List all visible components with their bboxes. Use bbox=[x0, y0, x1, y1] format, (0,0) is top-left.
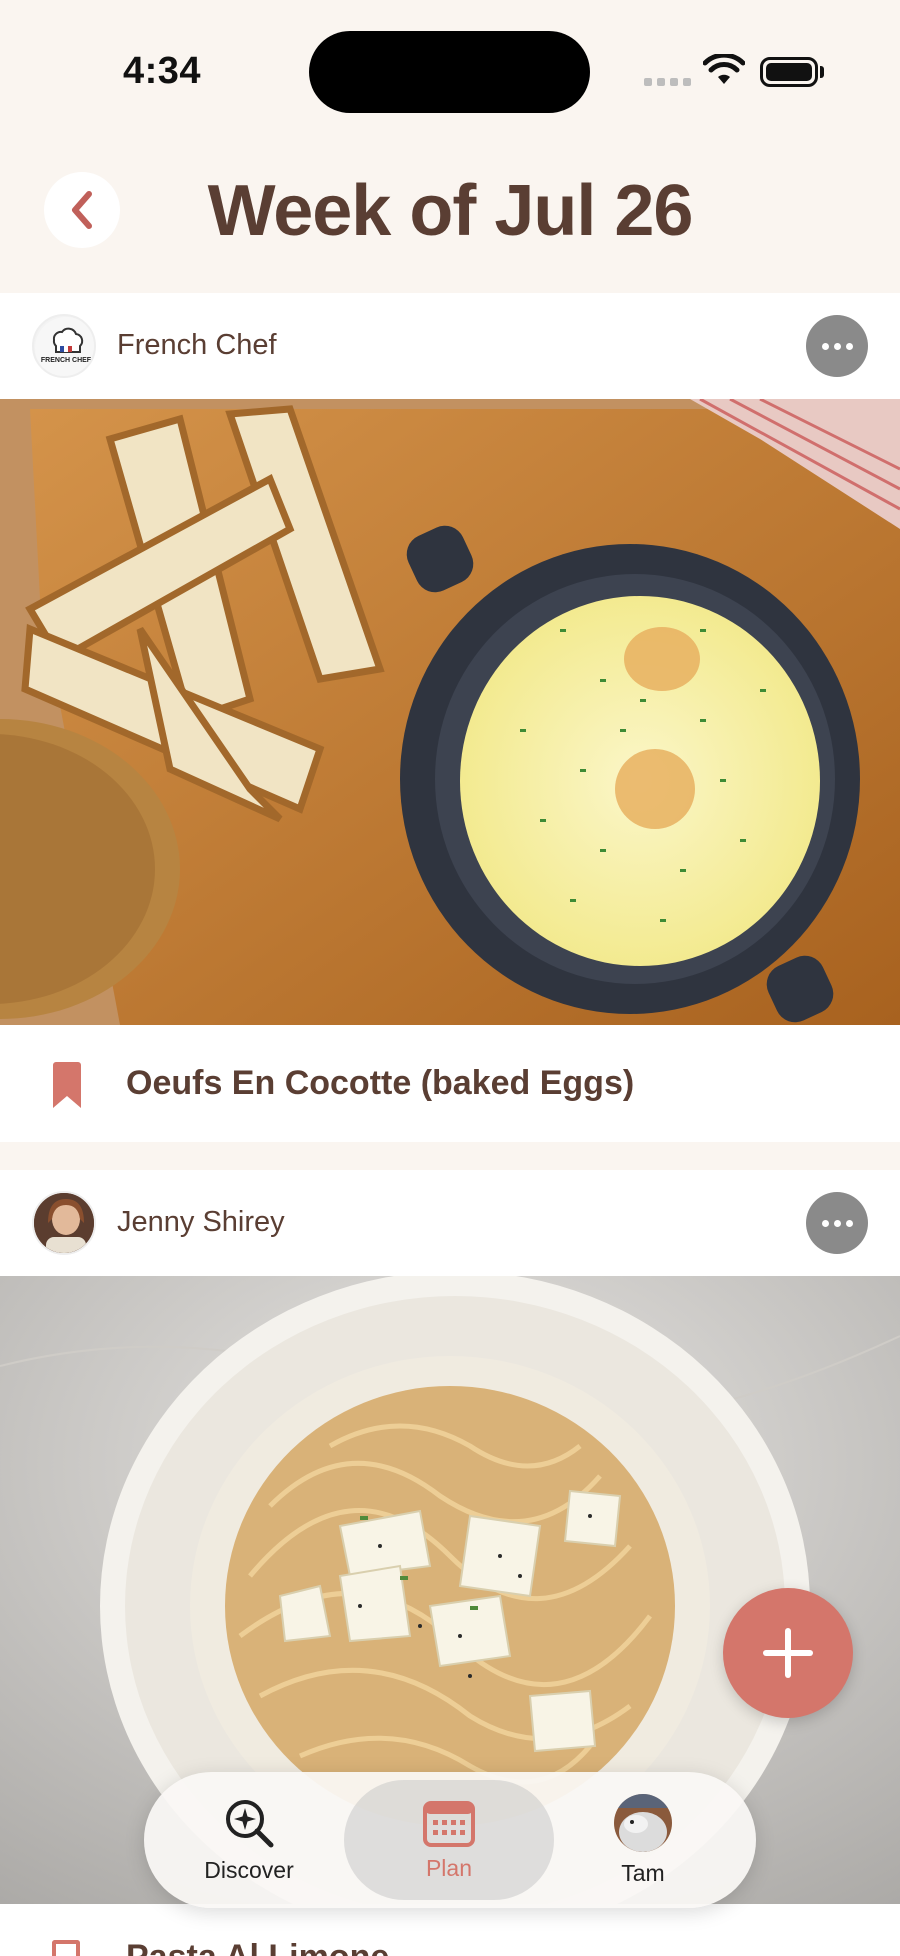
avatar-badge-text: FRENCH CHEF bbox=[41, 357, 92, 364]
tab-label: Plan bbox=[425, 1854, 473, 1881]
plus-icon bbox=[763, 1628, 813, 1678]
recipe-card-peek[interactable]: Pasta Al Limone bbox=[0, 1904, 900, 1956]
calendar-icon bbox=[423, 1800, 475, 1847]
dynamic-island bbox=[309, 31, 590, 113]
recipe-image[interactable] bbox=[0, 399, 900, 1025]
baked-eggs-photo bbox=[0, 399, 900, 1025]
bookmark-outline-icon[interactable] bbox=[52, 1940, 80, 1956]
wifi-icon bbox=[703, 54, 745, 84]
tab-plan[interactable]: Plan bbox=[344, 1780, 554, 1900]
author-name[interactable]: Jenny Shirey bbox=[117, 1206, 285, 1239]
tab-label: Tam bbox=[621, 1859, 665, 1886]
author-photo bbox=[34, 1193, 94, 1253]
card-footer: Oeufs En Cocotte (baked Eggs) bbox=[0, 1025, 900, 1142]
card-header: Jenny Shirey bbox=[0, 1170, 900, 1276]
tab-profile[interactable]: Tam bbox=[538, 1780, 748, 1900]
tab-discover[interactable]: Discover bbox=[144, 1780, 354, 1900]
chef-hat-icon: FRENCH CHEF bbox=[35, 317, 94, 376]
bookmark-icon[interactable] bbox=[52, 1062, 82, 1108]
author-name[interactable]: French Chef bbox=[117, 329, 277, 362]
page-title: Week of Jul 26 bbox=[207, 171, 694, 251]
add-button[interactable] bbox=[723, 1588, 853, 1718]
more-options-button[interactable] bbox=[806, 315, 868, 377]
cellular-signal-icon bbox=[644, 78, 691, 86]
recipe-title[interactable]: Oeufs En Cocotte (baked Eggs) bbox=[126, 1064, 634, 1103]
status-bar: 4:34 bbox=[0, 0, 900, 150]
tab-label: Discover bbox=[204, 1856, 294, 1883]
card-header: FRENCH CHEF French Chef bbox=[0, 293, 900, 399]
more-options-button[interactable] bbox=[806, 1192, 868, 1254]
discover-search-icon bbox=[226, 1799, 274, 1847]
battery-icon bbox=[760, 57, 818, 87]
tab-bar: Discover Plan Tam bbox=[144, 1772, 756, 1908]
author-avatar[interactable] bbox=[32, 1191, 96, 1255]
recipe-card[interactable]: FRENCH CHEF French Chef Oeufs En Cocotte… bbox=[0, 293, 900, 1142]
status-time: 4:34 bbox=[123, 50, 202, 92]
avatar bbox=[614, 1793, 672, 1852]
author-avatar[interactable]: FRENCH CHEF bbox=[32, 314, 96, 378]
recipe-title[interactable]: Pasta Al Limone bbox=[126, 1938, 389, 1956]
